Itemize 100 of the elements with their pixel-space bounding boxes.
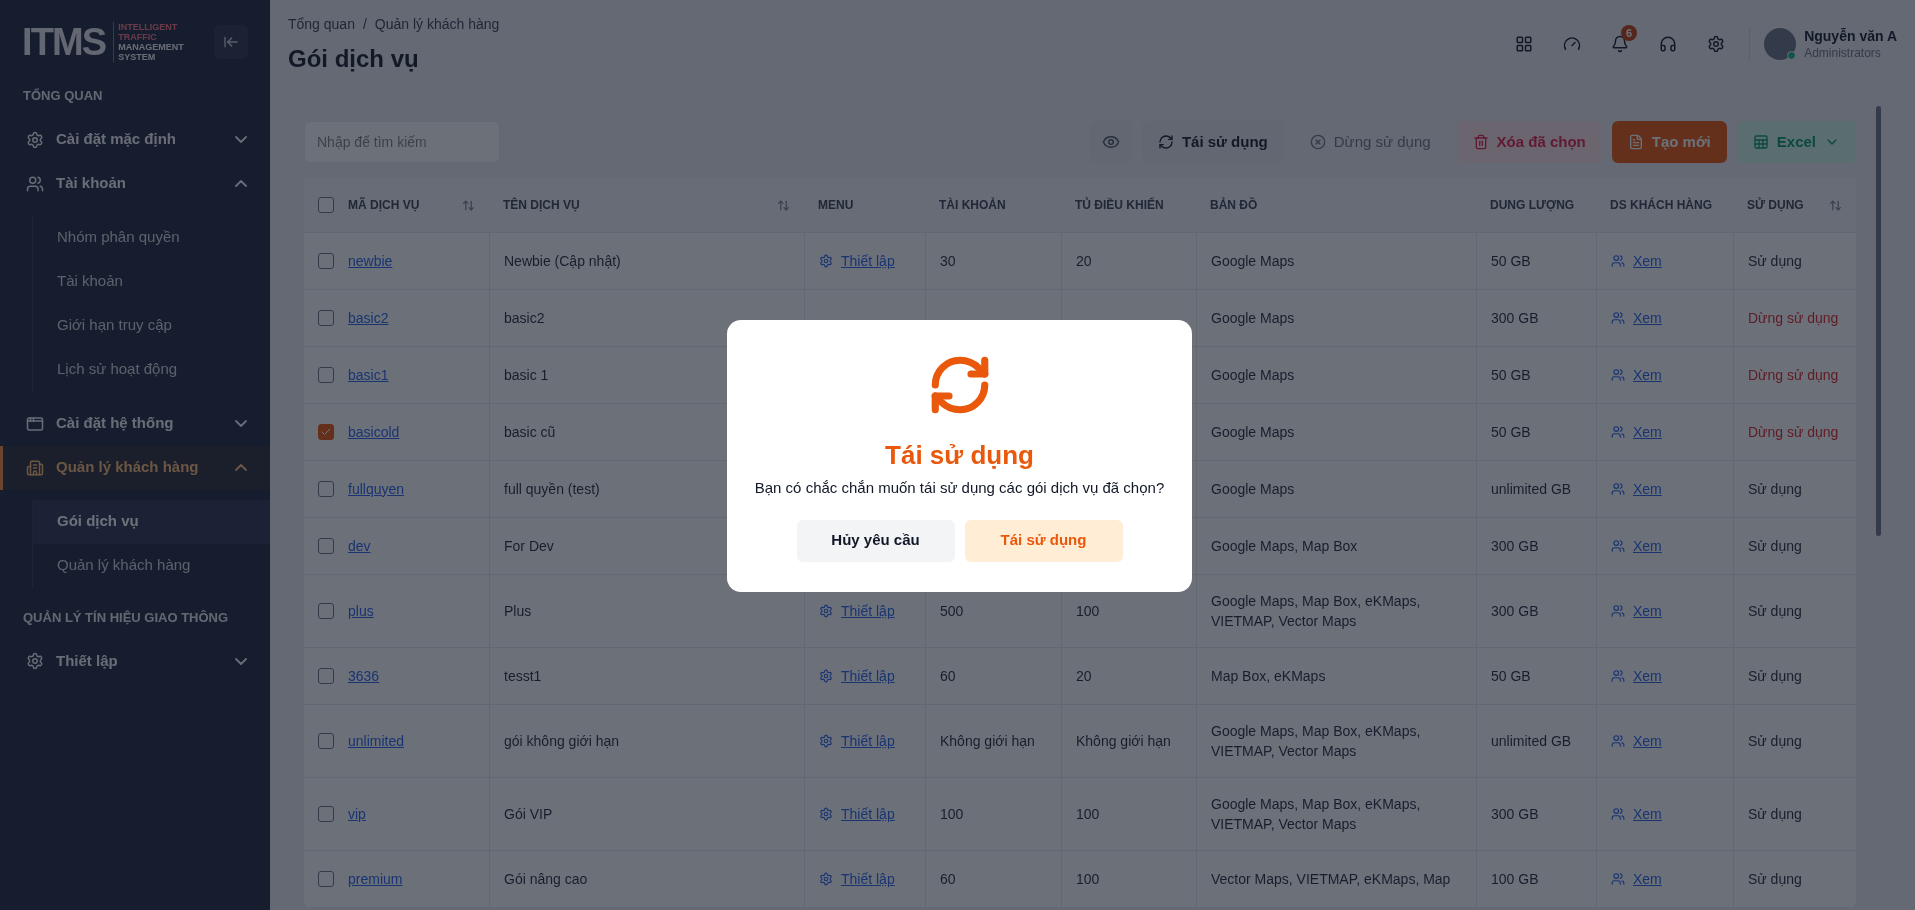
sidebar-group[interactable]: Cài đặt mặc định (0, 117, 270, 162)
table-cell-text: 100 (1076, 804, 1100, 824)
excel-button[interactable]: Excel (1736, 121, 1856, 163)
delete-button[interactable]: Xóa đã chọn (1456, 121, 1602, 163)
checkbox[interactable] (318, 367, 334, 383)
status-text: Sử dụng (1748, 804, 1802, 824)
table-cell-text: 50 GB (1491, 422, 1531, 442)
sidebar-item[interactable]: Lịch sử hoạt động (33, 347, 270, 392)
setup-link[interactable]: Thiết lập (841, 600, 895, 622)
chevron-down-icon (235, 657, 247, 665)
sidebar-group[interactable]: Cài đặt hệ thống (0, 401, 270, 446)
checkbox[interactable] (318, 871, 334, 887)
table-cell-text: 300 GB (1491, 308, 1539, 328)
view-link[interactable]: Xem (1633, 665, 1662, 687)
sidebar-group[interactable]: Tài khoản (0, 161, 270, 206)
checkbox[interactable] (318, 481, 334, 497)
create-button[interactable]: Tạo mới (1611, 121, 1727, 163)
avatar[interactable] (1764, 28, 1797, 61)
sort-icon[interactable] (462, 198, 475, 212)
column-header: TỦ ĐIỀU KHIỂN (1075, 196, 1164, 214)
view-link[interactable]: Xem (1633, 421, 1662, 443)
sidebar-item[interactable]: Gói dịch vụ (33, 499, 270, 544)
column-header: BẢN ĐỒ (1210, 196, 1258, 214)
status-text: Sử dụng (1748, 536, 1802, 556)
service-code-link[interactable]: fullquyen (348, 478, 405, 500)
service-code-link[interactable]: 3636 (348, 665, 380, 687)
setup-link[interactable]: Thiết lập (841, 250, 895, 272)
collapse-sidebar-button[interactable] (214, 25, 248, 59)
service-code-link[interactable]: newbie (348, 250, 393, 272)
table-cell-text: 300 GB (1491, 536, 1539, 556)
column-header: MÃ DỊCH VỤ (348, 196, 420, 214)
trash-icon (1472, 134, 1489, 150)
confirm-button[interactable]: Tái sử dụng (964, 519, 1123, 562)
service-code-link[interactable]: basicold (348, 421, 400, 443)
users-icon (1611, 604, 1625, 618)
breadcrumb-link[interactable]: Quản lý khách hàng (374, 14, 500, 35)
users-icon (1611, 539, 1625, 553)
checkbox[interactable] (318, 538, 334, 554)
window-icon (26, 414, 44, 433)
view-link[interactable]: Xem (1633, 868, 1662, 890)
view-link[interactable]: Xem (1633, 803, 1662, 825)
setup-link[interactable]: Thiết lập (841, 868, 895, 890)
table-cell-text: Google Maps, Map Box, eKMaps, VIETMAP, Vector Maps (1211, 592, 1421, 631)
sidebar-item[interactable]: Tài khoản (33, 259, 270, 304)
checkbox[interactable] (318, 253, 334, 269)
table-cell-text: Newbie (Cập nhật) (504, 251, 621, 271)
page-title: Gói dịch vụ (288, 44, 420, 74)
cancel-button[interactable]: Hủy yêu cầu (796, 519, 955, 562)
status-text: Dừng sử dụng (1748, 308, 1839, 328)
chevron-down-icon (235, 420, 247, 427)
view-link[interactable]: Xem (1633, 535, 1662, 557)
users-icon (26, 174, 44, 193)
breadcrumb-link[interactable]: Tổng quan (288, 14, 355, 35)
checkbox[interactable] (318, 806, 334, 822)
service-code-link[interactable]: basic1 (348, 364, 389, 386)
service-code-link[interactable]: plus (348, 600, 374, 622)
service-code-link[interactable]: premium (348, 868, 403, 890)
setup-link[interactable]: Thiết lập (841, 803, 895, 825)
view-link[interactable]: Xem (1633, 307, 1662, 329)
table-cell-text: Google Maps (1211, 366, 1295, 385)
sidebar-item[interactable]: Giới hạn truy cập (33, 303, 270, 348)
service-code-link[interactable]: basic2 (348, 307, 389, 329)
setup-link[interactable]: Thiết lập (841, 730, 895, 752)
chevron-up-icon (235, 464, 247, 471)
sort-icon[interactable] (777, 198, 790, 212)
view-link[interactable]: Xem (1633, 364, 1662, 386)
sidebar-group[interactable]: Quản lý khách hàng (0, 445, 270, 490)
scrollbar[interactable] (1876, 106, 1881, 536)
service-code-link[interactable]: unlimited (348, 730, 405, 752)
section-title: TỔNG QUAN (22, 87, 104, 105)
view-link[interactable]: Xem (1633, 250, 1662, 272)
service-code-link[interactable]: dev (348, 535, 371, 557)
circle-x-icon (1309, 134, 1326, 150)
check-icon (320, 426, 332, 438)
column-header: DUNG LƯỢNG (1490, 197, 1575, 214)
gear-icon (819, 604, 833, 618)
service-code-link[interactable]: vip (348, 803, 366, 825)
table-cell-text: Gói nâng cao (504, 869, 588, 889)
status-text: Sử dụng (1748, 666, 1802, 686)
checkbox[interactable] (318, 603, 334, 619)
table-cell-text: Google Maps (1211, 309, 1295, 328)
checkbox[interactable] (318, 668, 334, 684)
gear-icon (26, 652, 44, 670)
status-text: Sử dụng (1748, 869, 1802, 889)
table-cell-text: unlimited GB (1491, 479, 1572, 499)
sidebar-group[interactable]: Thiết lập (0, 639, 270, 683)
checkbox[interactable] (318, 733, 334, 749)
checkbox[interactable] (318, 424, 334, 440)
sort-icon[interactable] (1829, 198, 1842, 212)
view-link[interactable]: Xem (1633, 600, 1662, 622)
checkbox[interactable] (318, 310, 334, 326)
users-icon (1611, 368, 1625, 382)
view-link[interactable]: Xem (1633, 478, 1662, 500)
checkbox[interactable] (318, 197, 334, 213)
table-cell-text: Google Maps (1211, 423, 1295, 442)
sidebar-item[interactable]: Quản lý khách hàng (33, 543, 270, 588)
view-link[interactable]: Xem (1633, 730, 1662, 752)
setup-link[interactable]: Thiết lập (841, 665, 895, 687)
table-cell-text: 100 GB (1491, 869, 1539, 889)
sidebar-item[interactable]: Nhóm phân quyền (33, 215, 270, 260)
